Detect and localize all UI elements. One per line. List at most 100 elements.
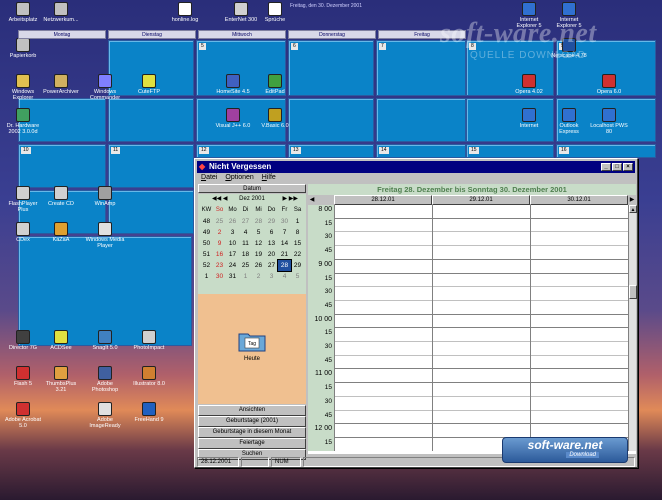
calendar-day[interactable]: 27: [265, 260, 278, 271]
calendar-day[interactable]: 25: [213, 216, 226, 227]
maximize-button[interactable]: □: [612, 163, 622, 171]
desktop-shortcut[interactable]: Opera 6.0: [588, 74, 630, 95]
calendar-day[interactable]: 29: [265, 216, 278, 227]
calendar-day[interactable]: 20: [265, 249, 278, 260]
calendar-day[interactable]: 22: [291, 249, 304, 260]
day-column-3[interactable]: 30.12.01: [530, 195, 628, 205]
side-button-1[interactable]: Geburtstage (2001): [198, 416, 306, 427]
desktop-shortcut[interactable]: PowerArchiver: [40, 74, 82, 95]
side-button-0[interactable]: Ansichten: [198, 405, 306, 416]
scroll-up-icon[interactable]: ▲: [629, 205, 637, 213]
desktop-shortcut[interactable]: Director 7G: [2, 330, 44, 351]
day-column-2[interactable]: 29.12.01: [432, 195, 530, 205]
calendar-day[interactable]: 5: [291, 271, 304, 282]
calendar-day[interactable]: 21: [278, 249, 291, 260]
calendar-day[interactable]: 29: [291, 260, 304, 271]
calendar-day[interactable]: 8: [291, 227, 304, 238]
calendar-day[interactable]: 13: [265, 238, 278, 249]
next-month-icon[interactable]: ▶ ▶▶: [282, 194, 298, 204]
day-column-1[interactable]: 28.12.01: [334, 195, 432, 205]
desktop-shortcut[interactable]: Adobe ImageReady: [84, 402, 126, 429]
menu-datei[interactable]: Datei: [201, 173, 217, 183]
desktop-shortcut[interactable]: Internet: [508, 108, 550, 129]
calendar-day[interactable]: 16: [213, 249, 226, 260]
desktop-shortcut[interactable]: FlashPlayer Plus: [2, 186, 44, 213]
desktop-shortcut[interactable]: ThumbsPlus 3.21: [40, 366, 82, 393]
desktop-shortcut[interactable]: Arbeitsplatz: [2, 2, 44, 23]
calendar-day[interactable]: 17: [226, 249, 239, 260]
close-button[interactable]: ×: [623, 163, 633, 171]
calendar-day[interactable]: 30: [213, 271, 226, 282]
desktop-shortcut[interactable]: Windows Commander: [84, 74, 126, 101]
calendar-day[interactable]: 9: [213, 238, 226, 249]
scroll-right-icon[interactable]: ▶: [628, 195, 636, 205]
menu-optionen[interactable]: Optionen: [225, 173, 253, 183]
prev-month-icon[interactable]: ◀◀ ◀: [212, 194, 228, 204]
desktop-shortcut[interactable]: Illustrator 8.0: [128, 366, 170, 387]
calendar-day[interactable]: 25: [239, 260, 252, 271]
desktop-shortcut[interactable]: Adobe Photoshop: [84, 366, 126, 393]
desktop-shortcut[interactable]: HomeSite 4.5: [212, 74, 254, 95]
calendar-day[interactable]: 30: [278, 216, 291, 227]
calendar-day[interactable]: 26: [226, 216, 239, 227]
schedule-grid[interactable]: 8 00 15 30 45 9 00 15 30 45 10 00 15 30 45 11 00 15 30…: [308, 205, 628, 451]
calendar-day[interactable]: 6: [265, 227, 278, 238]
vertical-scrollbar[interactable]: ▲: [628, 205, 637, 451]
calendar-day[interactable]: 4: [239, 227, 252, 238]
desktop-shortcut[interactable]: Netzwerkum...: [40, 2, 82, 23]
desktop-shortcut[interactable]: Windows Explorer: [2, 74, 44, 101]
desktop-shortcut[interactable]: SnagIt 5.0: [84, 330, 126, 351]
minimize-button[interactable]: _: [601, 163, 611, 171]
desktop-shortcut[interactable]: CDex: [2, 222, 44, 243]
desktop-shortcut[interactable]: Create CD: [40, 186, 82, 207]
desktop-shortcut[interactable]: ACDSee: [40, 330, 82, 351]
calendar-day[interactable]: 4: [278, 271, 291, 282]
desktop-shortcut[interactable]: PhotoImpact: [128, 330, 170, 351]
desktop-shortcut[interactable]: Localhost PWS 80: [588, 108, 630, 135]
desktop-shortcut[interactable]: Opera 4.02: [508, 74, 550, 95]
desktop-shortcut[interactable]: CuteFTP: [128, 74, 170, 95]
calendar-day[interactable]: 31: [226, 271, 239, 282]
desktop-shortcut[interactable]: V.Basic 6.0: [254, 108, 296, 129]
desktop-shortcut[interactable]: Adobe Acrobat 5.0: [2, 402, 44, 429]
desktop-shortcut[interactable]: FreeHand 9: [128, 402, 170, 423]
calendar-day[interactable]: 7: [278, 227, 291, 238]
calendar-day[interactable]: 24: [226, 260, 239, 271]
desktop-shortcut[interactable]: Flash 5: [2, 366, 44, 387]
desktop-shortcut[interactable]: Visual J++ 6.0: [212, 108, 254, 129]
calendar-day[interactable]: 26: [252, 260, 265, 271]
calendar-day[interactable]: 2: [213, 227, 226, 238]
desktop-shortcut[interactable]: EditPad: [254, 74, 296, 95]
window-titlebar[interactable]: ◆ Nicht Vergessen _ □ ×: [197, 161, 635, 173]
desktop-shortcut[interactable]: WinAmp: [84, 186, 126, 207]
menu-hilfe[interactable]: Hilfe: [262, 173, 276, 183]
calendar-day[interactable]: 19: [252, 249, 265, 260]
calendar-day[interactable]: 3: [265, 271, 278, 282]
side-button-2[interactable]: Geburtstage in diesem Monat: [198, 427, 306, 438]
calendar-day[interactable]: 3: [226, 227, 239, 238]
desktop-shortcut[interactable]: Windows Media Player: [84, 222, 126, 249]
side-button-3[interactable]: Feiertage: [198, 438, 306, 449]
calendar-day[interactable]: 1: [291, 216, 304, 227]
scroll-left-icon[interactable]: ◀: [308, 195, 316, 205]
calendar-day[interactable]: 28: [252, 216, 265, 227]
calendar-day[interactable]: 18: [239, 249, 252, 260]
desktop-shortcut[interactable]: Papierkorb: [2, 38, 44, 59]
scrollbar-thumb[interactable]: [629, 285, 637, 299]
desktop-shortcut[interactable]: KaZaA: [40, 222, 82, 243]
desktop-shortcut[interactable]: honline.log: [164, 2, 206, 23]
calendar-day[interactable]: 1: [239, 271, 252, 282]
calendar-day[interactable]: 5: [252, 227, 265, 238]
desktop-shortcut[interactable]: Dr. Hardware 2002 3.0.0d: [2, 108, 44, 135]
calendar-day[interactable]: 23: [213, 260, 226, 271]
calendar-day[interactable]: 15: [291, 238, 304, 249]
calendar-day[interactable]: 11: [239, 238, 252, 249]
calendar-day[interactable]: 27: [239, 216, 252, 227]
date-header-button[interactable]: Datum: [198, 184, 306, 193]
calendar-day[interactable]: 14: [278, 238, 291, 249]
calendar-day[interactable]: 28: [277, 259, 292, 272]
calendar-day[interactable]: 12: [252, 238, 265, 249]
folder-icon[interactable]: Tag: [238, 330, 266, 352]
calendar-day[interactable]: 10: [226, 238, 239, 249]
calendar-day[interactable]: 2: [252, 271, 265, 282]
